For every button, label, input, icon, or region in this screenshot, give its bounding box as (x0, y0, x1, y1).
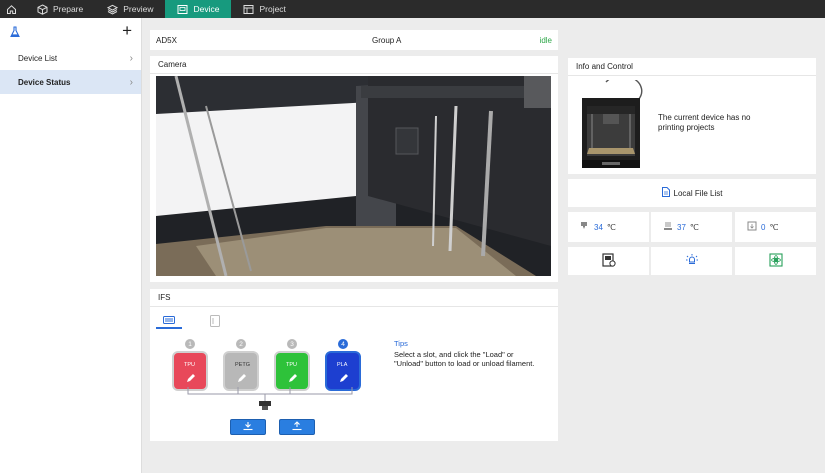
unload-icon (291, 421, 303, 433)
device-header-bar: AD5X Group A idle (150, 30, 558, 50)
nozzle-temp-unit: ℃ (606, 222, 616, 232)
tab-prepare[interactable]: Prepare (25, 0, 95, 18)
camera-panel: Camera (150, 56, 558, 282)
slot-material: TPU (286, 362, 297, 368)
tab-project[interactable]: Project (231, 0, 297, 18)
single-spool-icon (210, 315, 220, 329)
flask-icon (10, 26, 20, 40)
chevron-right-icon: › (129, 52, 133, 64)
spool: PETG (223, 351, 259, 391)
chamber-temp-value: 0 (761, 222, 766, 232)
sidebar-item-device-list[interactable]: Device List › (0, 46, 141, 70)
project-icon (243, 4, 254, 15)
no-project-message: The current device has no printing proje… (658, 113, 751, 132)
chamber-temperature[interactable]: 0 ℃ (735, 212, 816, 242)
top-navigation-bar: Prepare Preview Device Project (0, 0, 825, 18)
local-file-list-label: Local File List (673, 188, 723, 198)
bed-temperature[interactable]: 37 ℃ (651, 212, 732, 242)
bed-temp-unit: ℃ (689, 222, 699, 232)
camera-control-button[interactable] (568, 247, 649, 275)
ifs-slot-3[interactable]: 3 TPU (274, 339, 310, 391)
tab-ifs-multi[interactable] (156, 315, 182, 329)
sidebar: + Device List › Device Status › (0, 18, 142, 473)
local-file-list-button[interactable]: Local File List (568, 179, 816, 207)
filament-rack-icon (163, 316, 175, 326)
filament-path-lines (187, 387, 353, 410)
pencil-icon (288, 373, 298, 385)
pencil-icon (186, 373, 196, 385)
tips-title: Tips (394, 339, 408, 348)
camera-panel-title: Camera (150, 56, 558, 74)
chevron-right-icon: › (129, 76, 133, 88)
unload-button[interactable] (279, 419, 315, 435)
home-button[interactable] (0, 0, 25, 18)
slot-material: PETG (235, 362, 250, 368)
tab-ifs-single[interactable] (202, 315, 228, 329)
pencil-icon (237, 373, 247, 385)
tab-device-label: Device (193, 4, 220, 14)
slot-material: TPU (184, 362, 195, 368)
tab-preview-label: Preview (123, 4, 154, 14)
home-icon (6, 4, 17, 15)
device-status-text: idle (539, 35, 552, 45)
sidebar-item-label: Device List (18, 53, 58, 63)
slot-number: 1 (185, 339, 195, 349)
load-icon (242, 421, 254, 433)
sidebar-header: + (0, 18, 141, 46)
file-icon (661, 187, 670, 199)
tab-preview[interactable]: Preview (95, 0, 165, 18)
camera-feed (156, 76, 551, 276)
sidebar-item-device-status[interactable]: Device Status › (0, 70, 141, 94)
tips-text: Select a slot, and click the "Load" or "… (394, 349, 535, 369)
spool: TPU (172, 351, 208, 391)
bed-temp-value: 37 (677, 222, 686, 232)
light-icon (685, 253, 699, 269)
tab-prepare-label: Prepare (53, 4, 84, 14)
printer-image (578, 74, 644, 172)
bed-icon (663, 221, 673, 233)
add-device-button[interactable]: + (122, 21, 132, 41)
ifs-tabs (156, 315, 228, 329)
ifs-slot-1[interactable]: 1 TPU (172, 339, 208, 391)
device-icon (177, 4, 188, 15)
spool: TPU (274, 351, 310, 391)
device-name: AD5X (156, 35, 177, 45)
device-group: Group A (372, 35, 402, 45)
nozzle-icon (580, 221, 590, 233)
slot-number: 3 (287, 339, 297, 349)
ifs-slot-2[interactable]: 2 PETG (223, 339, 259, 391)
tab-device[interactable]: Device (165, 0, 232, 18)
load-button[interactable] (230, 419, 266, 435)
slot-material: PLA (337, 362, 348, 368)
filter-icon (768, 253, 783, 269)
nozzle-temperature[interactable]: 34 ℃ (568, 212, 649, 242)
spool: PLA (325, 351, 361, 391)
info-control-panel: Info and Control The current device has … (568, 58, 816, 174)
slot-number: 2 (236, 339, 246, 349)
slot-number: 4 (338, 339, 348, 349)
ifs-panel: IFS 1 TPU 2 PETG 3 TPU 4 PLA Tips Select… (150, 289, 558, 441)
camera-control-icon (601, 253, 616, 269)
light-control-button[interactable] (651, 247, 732, 275)
chamber-icon (747, 221, 757, 233)
cube-icon (37, 3, 48, 15)
info-control-title: Info and Control (568, 58, 816, 76)
layers-icon (107, 4, 119, 15)
pencil-icon (339, 373, 349, 385)
ifs-slot-4[interactable]: 4 PLA (325, 339, 361, 391)
nozzle-temp-value: 34 (594, 222, 603, 232)
chamber-temp-unit: ℃ (769, 222, 779, 232)
sidebar-item-label: Device Status (18, 77, 71, 87)
tab-project-label: Project (259, 4, 286, 14)
ifs-panel-title: IFS (150, 289, 558, 307)
ifs-tips: Tips Select a slot, and click the "Load"… (394, 339, 544, 369)
filter-control-button[interactable] (735, 247, 816, 275)
